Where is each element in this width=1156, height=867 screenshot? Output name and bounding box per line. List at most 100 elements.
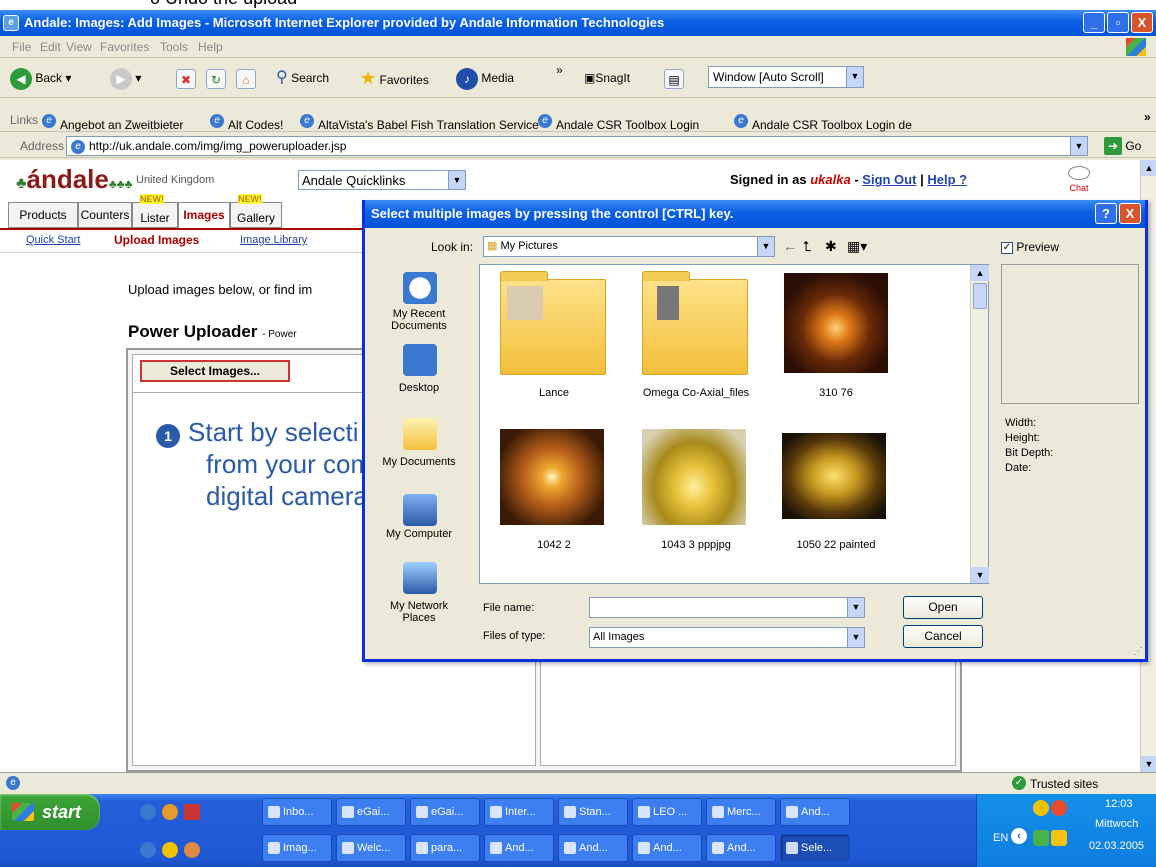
quicklaunch-acrobat-icon[interactable] — [184, 804, 200, 820]
task-egai-1[interactable]: eGai... — [336, 798, 406, 826]
new-folder-icon[interactable]: ✱ — [825, 238, 837, 255]
snagit-button[interactable]: ▣SnagIt — [584, 66, 630, 90]
item-label-1050-22[interactable]: 1050 22 painted — [766, 539, 906, 551]
place-desktop[interactable]: Desktop — [379, 382, 459, 394]
help-link[interactable]: Help ? — [927, 172, 967, 187]
clock-time[interactable]: 12:03 — [1105, 798, 1133, 810]
file-name-input[interactable]: ▼ — [589, 597, 865, 618]
refresh-button[interactable]: ↻ — [206, 66, 226, 90]
link-angebot[interactable]: e Angebot an Zweitbieter — [42, 113, 183, 132]
subnav-upload-images[interactable]: Upload Images — [114, 233, 199, 247]
scroll-down-icon[interactable]: ▼ — [971, 567, 989, 583]
item-label-omega[interactable]: Omega Co-Axial_files — [626, 387, 766, 399]
up-folder-icon[interactable]: ⮤ — [803, 238, 811, 255]
preview-checkbox[interactable]: ✓ Preview — [1001, 240, 1059, 254]
image-1042-2[interactable] — [500, 429, 604, 525]
quicklaunch-user-icon[interactable] — [184, 842, 200, 858]
desktop-icon[interactable] — [403, 344, 437, 376]
close-button[interactable]: X — [1131, 12, 1153, 33]
links-chevron[interactable]: » — [1144, 110, 1151, 124]
home-button[interactable]: ⌂ — [236, 66, 256, 90]
andale-logo[interactable]: ♣ándale♣♣♣ — [16, 164, 133, 195]
task-and-2[interactable]: And... — [484, 834, 554, 862]
link-csr-toolbox-de[interactable]: e Andale CSR Toolbox Login de — [734, 113, 912, 132]
task-select-dialog[interactable]: Sele... — [780, 834, 850, 862]
cancel-button[interactable]: Cancel — [903, 625, 983, 648]
task-and-3[interactable]: And... — [558, 834, 628, 862]
quicklaunch-ie2-icon[interactable] — [140, 842, 156, 858]
link-alt-codes[interactable]: e Alt Codes! — [210, 113, 283, 132]
place-recent-documents[interactable]: My Recent Documents — [379, 308, 459, 332]
quicklinks-select[interactable]: Andale Quicklinks ▼ — [298, 170, 466, 190]
toolbar-chevron[interactable]: » — [556, 58, 563, 82]
menu-tools[interactable]: Tools — [160, 40, 188, 54]
recent-documents-icon[interactable] — [403, 272, 437, 304]
look-in-select[interactable]: ▦ My Pictures ▼ — [483, 236, 775, 257]
item-label-1042-2[interactable]: 1042 2 — [484, 539, 624, 551]
tab-images[interactable]: Images — [178, 202, 230, 228]
tab-gallery[interactable]: Gallery — [230, 202, 282, 228]
chat-button[interactable]: Chat — [1066, 166, 1092, 193]
scroll-down-icon[interactable]: ▼ — [1141, 756, 1156, 772]
place-network-places[interactable]: My Network Places — [379, 600, 459, 624]
start-button[interactable]: start — [0, 794, 100, 830]
task-merc[interactable]: Merc... — [706, 798, 776, 826]
quicklaunch-smiley-icon[interactable] — [162, 842, 178, 858]
my-documents-icon[interactable] — [403, 418, 437, 450]
language-indicator[interactable]: EN — [993, 832, 1008, 844]
menu-file[interactable]: File — [12, 40, 31, 54]
link-csr-toolbox[interactable]: e Andale CSR Toolbox Login — [538, 113, 699, 132]
go-button[interactable]: ➔ Go — [1104, 136, 1141, 156]
task-leo[interactable]: LEO ... — [632, 798, 702, 826]
menu-favorites[interactable]: Favorites — [100, 40, 149, 54]
scroll-thumb[interactable] — [973, 283, 987, 309]
back-arrow-icon[interactable]: ← — [783, 238, 797, 254]
task-welc[interactable]: Welc... — [336, 834, 406, 862]
address-input[interactable]: e http://uk.andale.com/img/img_poweruploa… — [66, 136, 1088, 156]
maximize-button[interactable]: ▫ — [1107, 12, 1129, 33]
dialog-help-button[interactable]: ? — [1095, 203, 1117, 224]
image-310-76[interactable] — [784, 273, 888, 373]
window-select[interactable]: Window [Auto Scroll] ▼ — [708, 66, 864, 88]
task-inbox[interactable]: Inbo... — [262, 798, 332, 826]
quicklaunch-ie-icon[interactable] — [140, 804, 156, 820]
forward-button[interactable]: ▶ ▾ — [110, 66, 141, 90]
media-button[interactable]: ♪ Media — [456, 66, 514, 90]
tray-app2-icon[interactable] — [1051, 800, 1067, 816]
task-egai-2[interactable]: eGai... — [410, 798, 480, 826]
view-menu-icon[interactable]: ▦▾ — [847, 238, 867, 255]
tray-network-icon[interactable] — [1033, 830, 1049, 846]
menu-help[interactable]: Help — [198, 40, 223, 54]
item-label-310-76[interactable]: 310 76 — [766, 387, 906, 399]
folder-lance[interactable] — [500, 271, 606, 375]
folder-omega[interactable] — [642, 271, 748, 375]
item-label-lance[interactable]: Lance — [484, 387, 624, 399]
favorites-button[interactable]: ★ Favorites — [360, 66, 429, 90]
task-inter[interactable]: Inter... — [484, 798, 554, 826]
network-places-icon[interactable] — [403, 562, 437, 594]
my-computer-icon[interactable] — [403, 494, 437, 526]
sign-out-link[interactable]: Sign Out — [862, 172, 916, 187]
tab-lister[interactable]: Lister — [132, 202, 178, 228]
link-babel-fish[interactable]: e AltaVista's Babel Fish Translation Serv… — [300, 113, 539, 132]
subnav-quick-start[interactable]: Quick Start — [26, 234, 80, 246]
open-button[interactable]: Open — [903, 596, 983, 619]
tray-volume-icon[interactable] — [1051, 830, 1067, 846]
quicklaunch-firefox-icon[interactable] — [162, 804, 178, 820]
files-type-select[interactable]: All Images ▼ — [589, 627, 865, 648]
select-images-button[interactable]: Select Images... — [140, 360, 290, 382]
task-and-1[interactable]: And... — [780, 798, 850, 826]
file-list-scrollbar[interactable]: ▲ ▼ — [970, 265, 989, 583]
task-stan[interactable]: Stan... — [558, 798, 628, 826]
tray-expand-icon[interactable]: ‹ — [1011, 828, 1027, 844]
task-imag[interactable]: Imag... — [262, 834, 332, 862]
image-1050-22[interactable] — [782, 433, 886, 519]
place-my-documents[interactable]: My Documents — [379, 456, 459, 468]
tab-products[interactable]: Products — [8, 202, 78, 228]
dialog-close-button[interactable]: X — [1119, 203, 1141, 224]
task-and-5[interactable]: And... — [706, 834, 776, 862]
minimize-button[interactable]: _ — [1083, 12, 1105, 33]
tab-counters[interactable]: Counters — [78, 202, 132, 228]
stop-button[interactable]: ✖ — [176, 66, 196, 90]
resize-grip-icon[interactable]: ⋰ — [1133, 646, 1143, 657]
